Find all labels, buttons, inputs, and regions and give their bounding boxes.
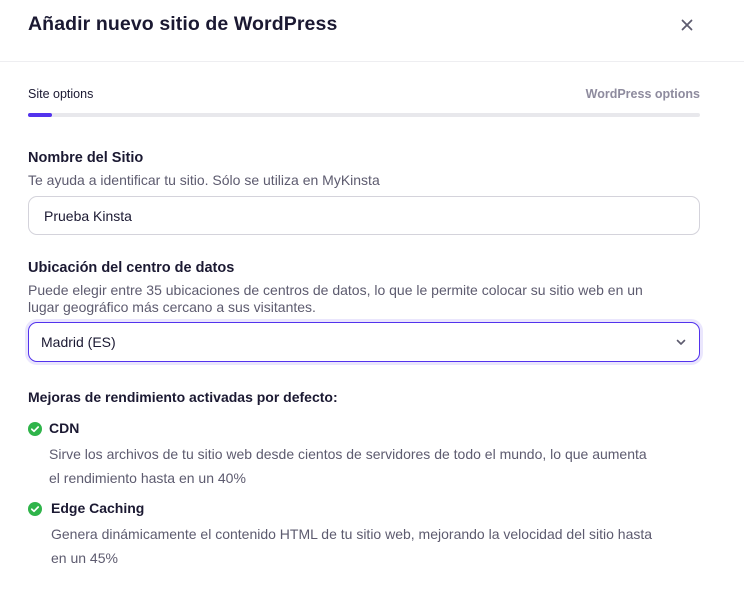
feature-name: CDN: [49, 420, 80, 436]
progress-fill: [28, 113, 52, 117]
datacenter-label: Ubicación del centro de datos: [28, 260, 235, 276]
feature-description-line-2: en un 45%: [51, 550, 118, 566]
feature-name: Edge Caching: [51, 500, 145, 516]
performance-title: Mejoras de rendimiento activadas por def…: [28, 389, 338, 405]
step-wordpress-options[interactable]: WordPress options: [586, 87, 700, 101]
progress-track: [28, 113, 700, 117]
feature-description-line-1: Genera dinámicamente el contenido HTML d…: [51, 526, 653, 542]
datacenter-hint-line-2: lugar geográfico más cercano a sus visit…: [28, 299, 316, 315]
site-name-label: Nombre del Sitio: [28, 150, 144, 166]
datacenter-selected-value: Madrid (ES): [41, 334, 116, 350]
step-site-options[interactable]: Site options: [28, 87, 93, 101]
close-button[interactable]: [675, 13, 699, 37]
close-icon: [681, 19, 693, 31]
site-name-input[interactable]: [28, 196, 700, 235]
datacenter-hint-line-1: Puede elegir entre 35 ubicaciones de cen…: [28, 282, 643, 298]
chevron-down-icon: [676, 339, 686, 345]
feature-description-line-2: el rendimiento hasta en un 40%: [49, 470, 246, 486]
site-name-hint: Te ayuda a identificar tu sitio. Sólo se…: [28, 172, 380, 188]
dialog-header: Añadir nuevo sitio de WordPress: [0, 0, 744, 62]
check-circle-icon: [28, 502, 42, 516]
feature-description: Genera dinámicamente el contenido HTML d…: [51, 522, 723, 570]
step-progress: Site options WordPress options: [28, 87, 700, 119]
feature-description: Sirve los archivos de tu sitio web desde…: [49, 442, 721, 490]
dialog-title: Añadir nuevo sitio de WordPress: [28, 13, 338, 35]
feature-description-line-1: Sirve los archivos de tu sitio web desde…: [49, 446, 647, 462]
check-circle-icon: [28, 422, 42, 436]
datacenter-select[interactable]: Madrid (ES): [28, 322, 700, 362]
